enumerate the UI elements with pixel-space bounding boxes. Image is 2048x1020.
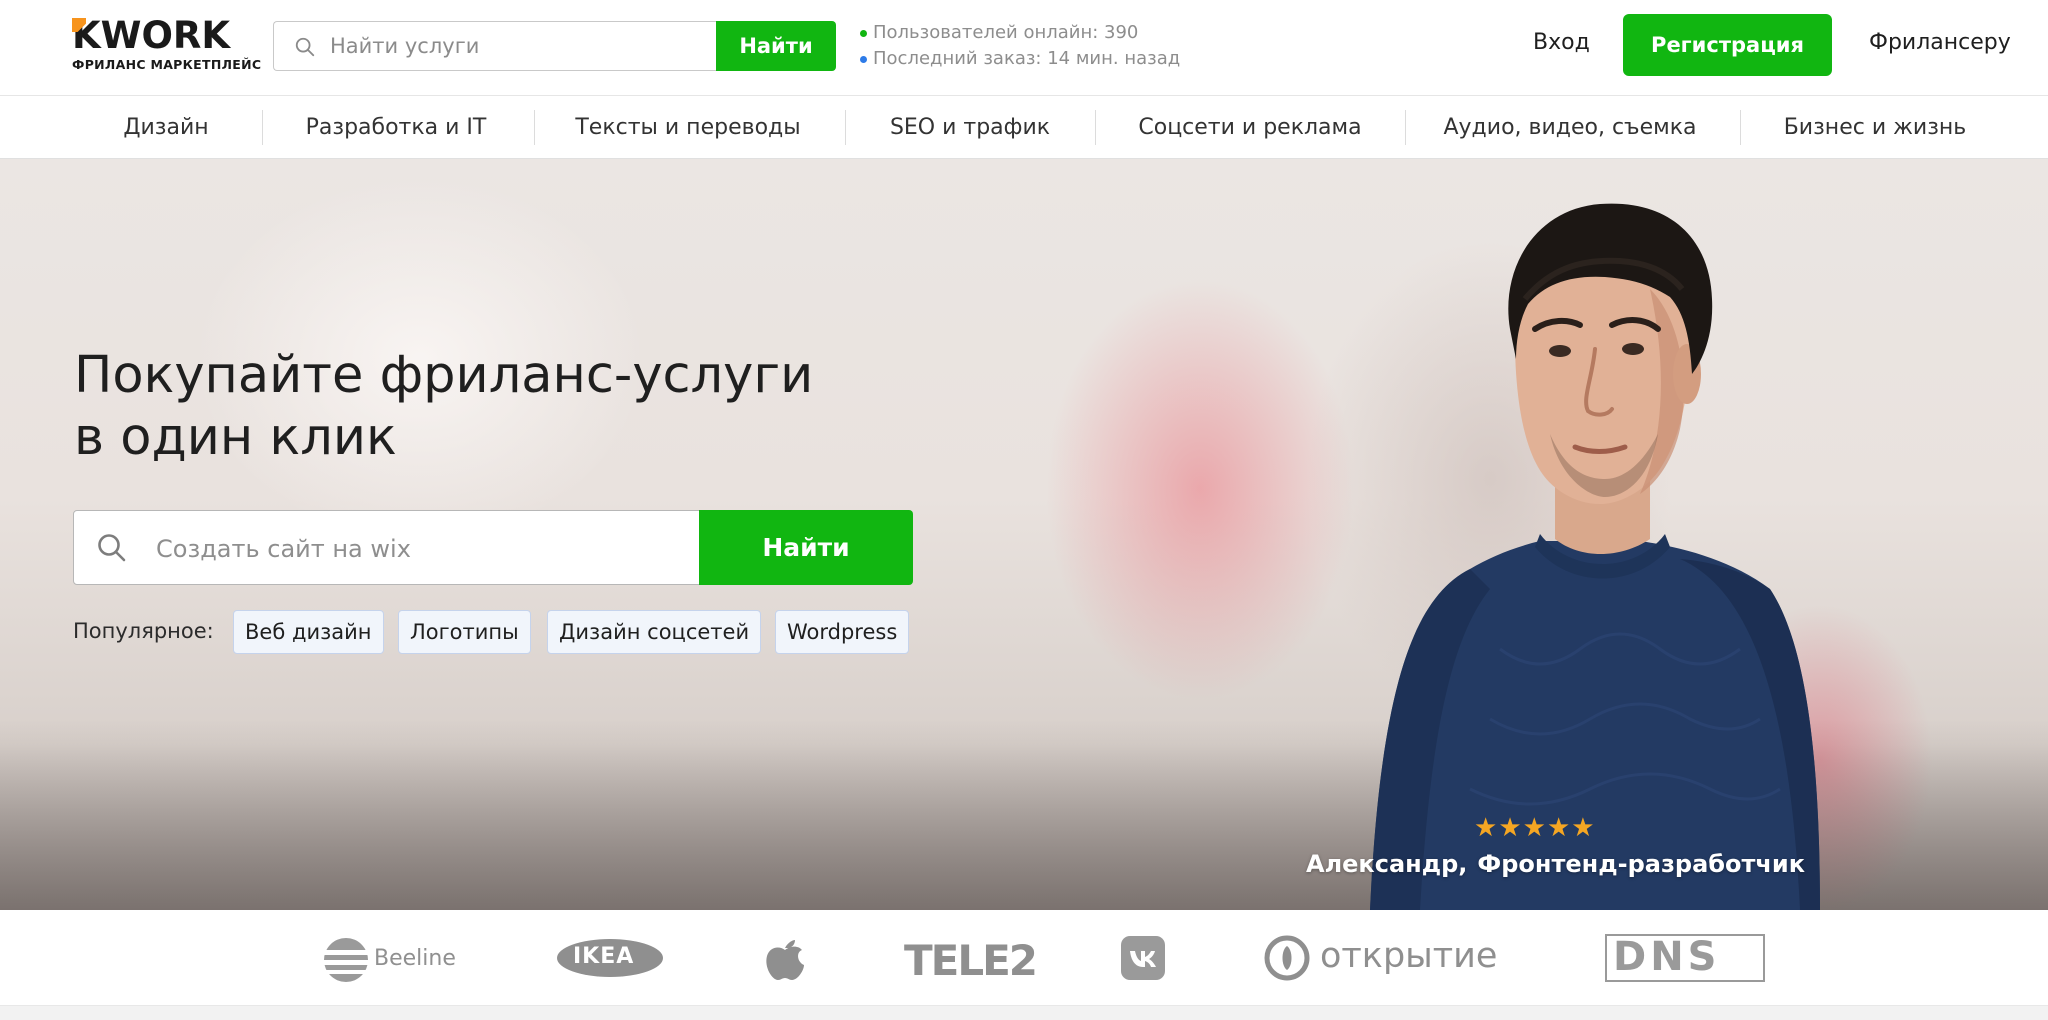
header-search-button[interactable]: Найти — [716, 21, 836, 71]
site-stats: Пользователей онлайн: 390 Последний зака… — [860, 20, 1180, 72]
header-search-box — [273, 21, 717, 71]
star-icon: ★ — [1571, 813, 1596, 843]
page-bottom-strip — [0, 1006, 2048, 1020]
star-icon: ★ — [1498, 813, 1523, 843]
stat-last-order-text: Последний заказ: 14 мин. назад — [873, 48, 1181, 69]
category-nav: Дизайн Разработка и IT Тексты и переводы… — [0, 96, 2048, 159]
person-illustration — [1370, 203, 1820, 910]
header-search: Найти — [273, 21, 836, 71]
star-icon: ★ — [1522, 813, 1547, 843]
popular-tag[interactable]: Дизайн соцсетей — [547, 610, 762, 654]
logo-wordmark: KWORK — [72, 14, 231, 57]
apple-logo-icon — [764, 934, 806, 984]
apple-icon — [766, 940, 804, 980]
category-texts[interactable]: Тексты и переводы — [568, 96, 808, 159]
person-caption: Александр, Фронтенд-разработчик — [1306, 850, 1805, 878]
hero-person-photo — [1350, 179, 1830, 910]
hero-headline-line1: Покупайте фриланс-услуги — [74, 346, 814, 405]
category-business[interactable]: Бизнес и жизнь — [1775, 96, 1975, 159]
stat-last-order: Последний заказ: 14 мин. назад — [860, 46, 1180, 72]
otkritie-text: открытие — [1320, 936, 1498, 976]
category-development[interactable]: Разработка и IT — [286, 96, 506, 159]
dns-logo: DNS — [1605, 934, 1765, 984]
category-social[interactable]: Соцсети и реклама — [1130, 96, 1370, 159]
tele2-text: TELE2 — [904, 936, 1038, 985]
star-icon: ★ — [1546, 813, 1572, 843]
stat-online-users: Пользователей онлайн: 390 — [860, 20, 1180, 46]
blue-dot-icon — [860, 56, 867, 63]
hero-headline-line2: в один клик — [74, 408, 397, 467]
login-link[interactable]: Вход — [1533, 30, 1590, 55]
person-name: Александр, — [1306, 850, 1468, 878]
star-icon: ★ — [1474, 813, 1499, 843]
hero-search-input[interactable] — [156, 529, 676, 569]
search-icon — [98, 534, 126, 562]
hero-headline: Покупайте фриланс-услуги в один клик — [74, 345, 974, 469]
popular-tag[interactable]: Wordpress — [775, 610, 910, 654]
tele2-logo: TELE2 — [904, 934, 1038, 985]
header-search-input[interactable] — [330, 30, 710, 62]
logo-subtitle: ФРИЛАНС МАРКЕТПЛЕЙС — [72, 57, 262, 72]
rating-stars: ★★★★★ — [1474, 815, 1604, 841]
kwork-logo[interactable]: KWORK ФРИЛАНС МАРКЕТПЛЕЙС — [72, 14, 261, 75]
client-brands: Beeline IKEA TELE2 открытие DNS — [0, 910, 2048, 1006]
otkritie-icon — [1264, 935, 1310, 981]
green-dot-icon — [860, 30, 867, 37]
freelancer-link[interactable]: Фрилансеру — [1869, 30, 2011, 55]
popular-tag[interactable]: Логотипы — [398, 610, 531, 654]
nav-divider — [1095, 110, 1096, 145]
beeline-logo: Beeline — [322, 934, 457, 984]
hero-search-box — [73, 510, 701, 585]
popular-label: Популярное: — [73, 619, 214, 643]
nav-divider — [262, 110, 263, 145]
person-role[interactable]: Фронтенд-разработчик — [1477, 850, 1805, 878]
nav-divider — [1740, 110, 1741, 145]
vk-icon — [1121, 936, 1165, 980]
nav-divider — [534, 110, 535, 145]
register-button[interactable]: Регистрация — [1623, 14, 1832, 76]
nav-divider — [845, 110, 846, 145]
hero-search-button[interactable]: Найти — [699, 510, 913, 585]
category-media[interactable]: Аудио, видео, съемка — [1440, 96, 1700, 159]
hero-banner: Покупайте фриланс-услуги в один клик Най… — [0, 159, 2048, 910]
hero-search: Найти — [73, 510, 913, 585]
nav-divider — [1405, 110, 1406, 145]
search-icon — [295, 37, 315, 57]
site-header: KWORK ФРИЛАНС МАРКЕТПЛЕЙС Найти Пользова… — [0, 0, 2048, 96]
popular-tag[interactable]: Веб дизайн — [233, 610, 384, 654]
category-design[interactable]: Дизайн — [96, 96, 236, 159]
beeline-text: Beeline — [374, 946, 456, 971]
otkritie-logo: открытие — [1264, 934, 1504, 984]
dns-text: DNS — [1613, 934, 1721, 980]
ikea-text: IKEA — [573, 944, 635, 969]
ikea-logo: IKEA — [556, 934, 664, 984]
vk-logo-icon — [1121, 934, 1165, 984]
beeline-icon — [322, 938, 370, 982]
category-seo[interactable]: SEO и трафик — [870, 96, 1070, 159]
stat-online-text: Пользователей онлайн: 390 — [873, 22, 1139, 43]
